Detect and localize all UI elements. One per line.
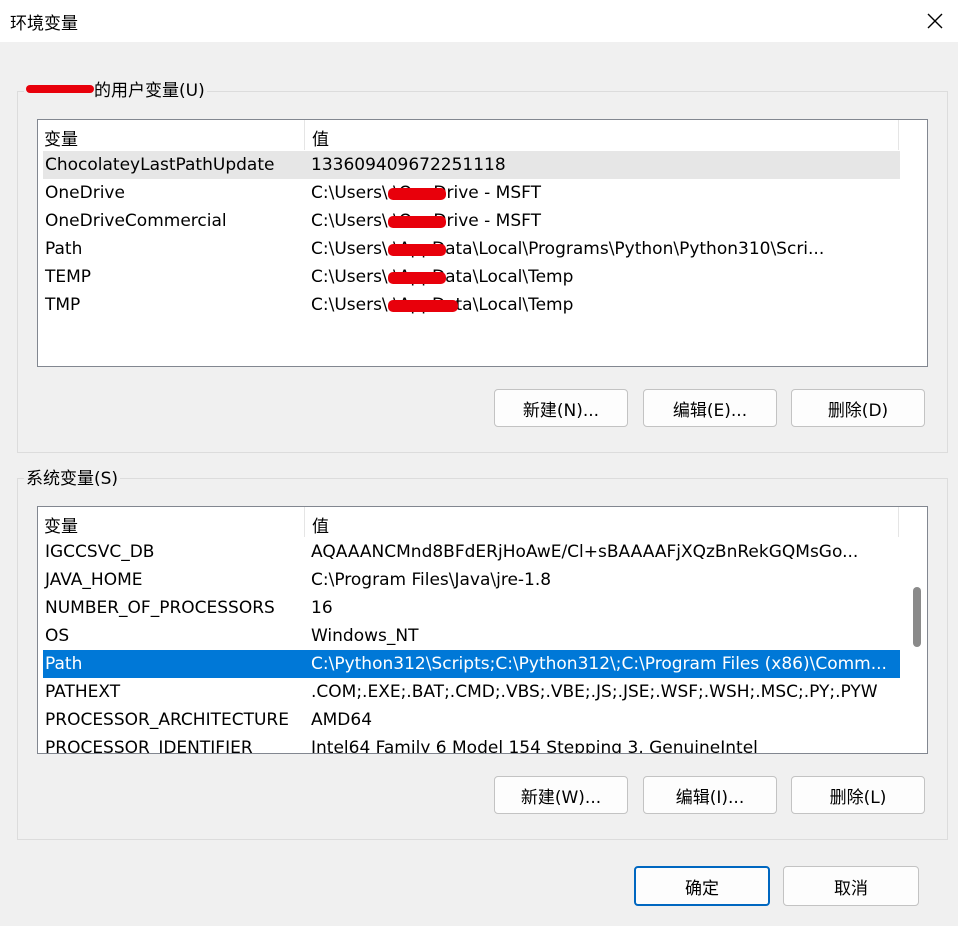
system-new-button[interactable]: 新建(W)... <box>494 776 628 814</box>
close-icon <box>927 13 943 29</box>
redaction-mark <box>388 216 446 228</box>
close-button[interactable] <box>912 0 958 42</box>
table-row[interactable]: TMP C:\Users\ \AppData\Local\Temp <box>43 291 900 319</box>
variable-name: IGCCSVC_DB <box>45 542 155 562</box>
variable-name: OS <box>45 626 70 646</box>
column-separator[interactable] <box>898 507 899 537</box>
column-separator[interactable] <box>304 120 305 150</box>
redacted-username <box>26 84 94 96</box>
variable-name: NUMBER_OF_PROCESSORS <box>45 598 275 618</box>
user-edit-button[interactable]: 编辑(E)... <box>643 389 777 427</box>
user-vars-group-label: 的用户变量(U) <box>24 81 207 101</box>
redaction-mark <box>26 85 94 93</box>
variable-value: .COM;.EXE;.BAT;.CMD;.VBS;.VBE;.JS;.JSE;.… <box>311 682 878 702</box>
variable-name: PROCESSOR_ARCHITECTURE <box>45 710 289 730</box>
system-delete-button[interactable]: 删除(L) <box>791 776 925 814</box>
scrollbar-thumb[interactable] <box>913 587 921 647</box>
variable-name: PROCESSOR_IDENTIFIER <box>45 738 253 754</box>
column-header-name[interactable]: 变量 <box>44 125 78 150</box>
variable-value: 16 <box>311 598 333 618</box>
variable-value: Windows_NT <box>311 626 419 646</box>
variable-value: AMD64 <box>311 710 373 730</box>
user-vars-list[interactable]: 变量 值 ChocolateyLastPathUpdate 13360940967… <box>37 119 928 367</box>
variable-value: AQAAANCMnd8BFdERjHoAwE/Cl+sBAAAAFjXQzBnR… <box>311 542 859 562</box>
variable-value: C:\Program Files\Java\jre-1.8 <box>311 570 552 590</box>
variable-name: PATHEXT <box>45 682 121 702</box>
column-separator[interactable] <box>304 507 305 537</box>
table-row[interactable]: NUMBER_OF_PROCESSORS 16 <box>43 594 900 622</box>
user-new-button[interactable]: 新建(N)... <box>494 389 628 427</box>
variable-name: Path <box>45 654 83 674</box>
table-row[interactable]: IGCCSVC_DB AQAAANCMnd8BFdERjHoAwE/Cl+sBAA… <box>43 538 900 566</box>
redaction-mark <box>388 244 446 256</box>
redaction-mark <box>388 272 446 284</box>
user-vars-group-label-text: 的用户变量(U) <box>94 81 205 101</box>
redaction-mark <box>388 300 458 312</box>
variable-value: C:\Python312\Scripts;C:\Python312\;C:\Pr… <box>311 654 887 674</box>
table-row[interactable]: TEMP C:\Users\ \AppData\Local\Temp <box>43 263 900 291</box>
table-row[interactable]: OneDriveCommercialC:\Users\ \OneDrive - … <box>43 207 900 235</box>
column-header-value[interactable]: 值 <box>312 512 329 537</box>
ok-button[interactable]: 确定 <box>634 866 770 906</box>
variable-value: Intel64 Family 6 Model 154 Stepping 3, G… <box>311 738 758 754</box>
variable-name: OneDrive <box>45 183 125 203</box>
table-row[interactable]: Path C:\Users\ \AppData\Local\Programs\Py… <box>43 235 900 263</box>
table-row[interactable]: OneDriveC:\Users\ \OneDrive - MSFT <box>43 179 900 207</box>
table-row[interactable]: OS Windows_NT <box>43 622 900 650</box>
table-row[interactable]: PATHEXT .COM;.EXE;.BAT;.CMD;.VBS;.VBE;.JS… <box>43 678 900 706</box>
list-header: 变量 值 <box>38 507 927 537</box>
column-separator[interactable] <box>898 120 899 150</box>
column-header-value[interactable]: 值 <box>312 125 329 150</box>
vertical-scrollbar[interactable] <box>907 507 927 753</box>
variable-name: TMP <box>45 295 81 315</box>
table-row[interactable]: ChocolateyLastPathUpdate 1336094096722511… <box>43 151 900 179</box>
table-row[interactable]: PROCESSOR_ARCHITECTURE AMD64 <box>43 706 900 734</box>
variable-name: ChocolateyLastPathUpdate <box>45 155 275 175</box>
cancel-button[interactable]: 取消 <box>783 866 919 906</box>
variable-value: 133609409672251118 <box>311 155 506 175</box>
table-row[interactable]: Path C:\Python312\Scripts;C:\Python312\;C… <box>43 650 900 678</box>
variable-name: TEMP <box>45 267 92 287</box>
user-delete-button[interactable]: 删除(D) <box>791 389 925 427</box>
variable-name: OneDriveCommercial <box>45 211 227 231</box>
variable-name: Path <box>45 239 83 259</box>
list-header: 变量 值 <box>38 120 927 150</box>
window-title: 环境变量 <box>10 14 78 34</box>
system-edit-button[interactable]: 编辑(I)... <box>643 776 777 814</box>
column-header-name[interactable]: 变量 <box>44 512 78 537</box>
system-vars-group-label: 系统变量(S) <box>24 469 121 489</box>
system-vars-list[interactable]: 变量 值 IGCCSVC_DB AQAAANCMnd8BFdERjHoAwE/Cl… <box>37 506 928 754</box>
redaction-mark <box>388 188 446 200</box>
table-row[interactable]: PROCESSOR_IDENTIFIER Intel64 Family 6 Mod… <box>43 734 900 754</box>
variable-name: JAVA_HOME <box>45 570 143 590</box>
table-row[interactable]: JAVA_HOME C:\Program Files\Java\jre-1.8 <box>43 566 900 594</box>
title-bar: 环境变量 <box>0 0 958 42</box>
